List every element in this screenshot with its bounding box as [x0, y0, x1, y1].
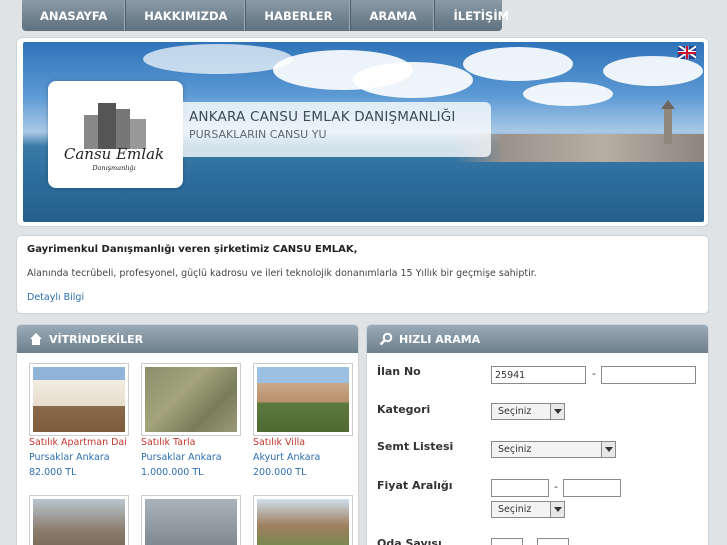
- kategori-label: Kategori: [377, 403, 431, 416]
- listing-thumbnail[interactable]: [29, 495, 129, 545]
- nav-hakkimizda[interactable]: HAKKIMIZDA: [126, 0, 247, 31]
- cloud-decoration: [353, 62, 473, 98]
- intro-text: Alanında tecrübeli, profesyonel, güçlü k…: [27, 268, 537, 279]
- search-icon: [379, 332, 393, 346]
- showcase-panel: VİTRİNDEKİLER Satılık Apartman Dai Pursa…: [16, 324, 359, 545]
- chevron-down-icon: [601, 442, 615, 457]
- showcase-title: VİTRİNDEKİLER: [49, 332, 144, 346]
- range-separator: -: [592, 367, 596, 380]
- currency-selected-value: Seçiniz: [498, 504, 532, 515]
- cloud-decoration: [603, 56, 703, 86]
- chevron-down-icon: [550, 502, 564, 517]
- listing-price: 82.000 TL: [29, 467, 77, 478]
- ilan-no-from-input[interactable]: [491, 366, 586, 384]
- intro-box: Gayrimenkul Danışmanlığı veren şirketimi…: [16, 235, 709, 314]
- listing-title[interactable]: Satılık Apartman Dai: [29, 437, 127, 448]
- listing-title[interactable]: Satılık Tarla: [141, 437, 195, 448]
- logo-text: Cansu Emlak: [63, 145, 165, 163]
- listing-price: 1.000.000 TL: [141, 467, 204, 478]
- nav-anasayfa[interactable]: ANASAYFA: [22, 0, 127, 31]
- ilan-no-to-input[interactable]: [601, 366, 696, 384]
- quick-search-title: HIZLI ARAMA: [399, 332, 481, 346]
- fiyat-min-input[interactable]: [491, 479, 549, 497]
- kategori-selected-value: Seçiniz: [498, 406, 532, 417]
- oda-min-input[interactable]: [491, 538, 523, 545]
- listing-price: 200.000 TL: [253, 467, 307, 478]
- listing-thumbnail[interactable]: [253, 363, 353, 436]
- nav-iletisim[interactable]: İLETİŞİM: [435, 0, 527, 31]
- listing-thumbnail[interactable]: [141, 363, 241, 436]
- quick-search-header: HIZLI ARAMA: [367, 325, 708, 353]
- listing-thumbnail[interactable]: [29, 363, 129, 436]
- banner-frame: Cansu Emlak Danışmanlığı ANKARA CANSU EM…: [16, 37, 709, 227]
- cloud-decoration: [143, 44, 293, 74]
- currency-select[interactable]: Seçiniz: [491, 501, 565, 518]
- tower-decoration: [661, 100, 675, 144]
- semt-select[interactable]: Seçiniz: [491, 441, 616, 458]
- range-separator: -: [554, 480, 558, 493]
- fiyat-label: Fiyat Aralığı: [377, 479, 453, 492]
- oda-sayisi-label: Oda Sayısı: [377, 537, 442, 545]
- title-box: ANKARA CANSU EMLAK DANIŞMANLIĞI PURSAKLA…: [183, 102, 491, 157]
- site-subtitle: PURSAKLARIN CANSU YU: [189, 128, 327, 141]
- cloud-decoration: [463, 47, 573, 81]
- chevron-down-icon: [550, 404, 564, 419]
- nav-haberler[interactable]: HABERLER: [246, 0, 352, 31]
- fiyat-max-input[interactable]: [563, 479, 621, 497]
- logo-subtext: Danışmanlığı: [92, 164, 136, 172]
- listing-thumbnail[interactable]: [253, 495, 353, 545]
- listing-location: Akyurt Ankara: [253, 452, 321, 463]
- logo[interactable]: Cansu Emlak Danışmanlığı: [48, 81, 183, 188]
- home-icon: [29, 332, 43, 346]
- intro-heading: Gayrimenkul Danışmanlığı veren şirketimi…: [27, 244, 358, 255]
- listing-location: Pursaklar Ankara: [29, 452, 110, 463]
- nav-arama[interactable]: ARAMA: [351, 0, 436, 31]
- listing-location: Pursaklar Ankara: [141, 452, 222, 463]
- header-banner: Cansu Emlak Danışmanlığı ANKARA CANSU EM…: [23, 42, 704, 222]
- showcase-header: VİTRİNDEKİLER: [17, 325, 358, 353]
- logo-graphic: Cansu Emlak Danışmanlığı: [62, 91, 166, 177]
- listing-thumbnail[interactable]: [141, 495, 241, 545]
- quick-search-panel: HIZLI ARAMA İlan No - Kategori Seçiniz S…: [366, 324, 709, 545]
- oda-max-input[interactable]: [537, 538, 569, 545]
- semt-selected-value: Seçiniz: [498, 444, 532, 455]
- semt-label: Semt Listesi: [377, 440, 454, 453]
- cloud-decoration: [523, 82, 613, 106]
- listing-title[interactable]: Satılık Villa: [253, 437, 305, 448]
- kategori-select[interactable]: Seçiniz: [491, 403, 565, 420]
- ilan-no-label: İlan No: [377, 365, 421, 378]
- site-title: ANKARA CANSU EMLAK DANIŞMANLIĞI: [189, 109, 456, 125]
- uk-flag-icon[interactable]: [678, 46, 696, 59]
- details-link[interactable]: Detaylı Bilgi: [27, 292, 84, 303]
- top-nav: ANASAYFA HAKKIMIZDA HABERLER ARAMA İLETİ…: [22, 0, 509, 31]
